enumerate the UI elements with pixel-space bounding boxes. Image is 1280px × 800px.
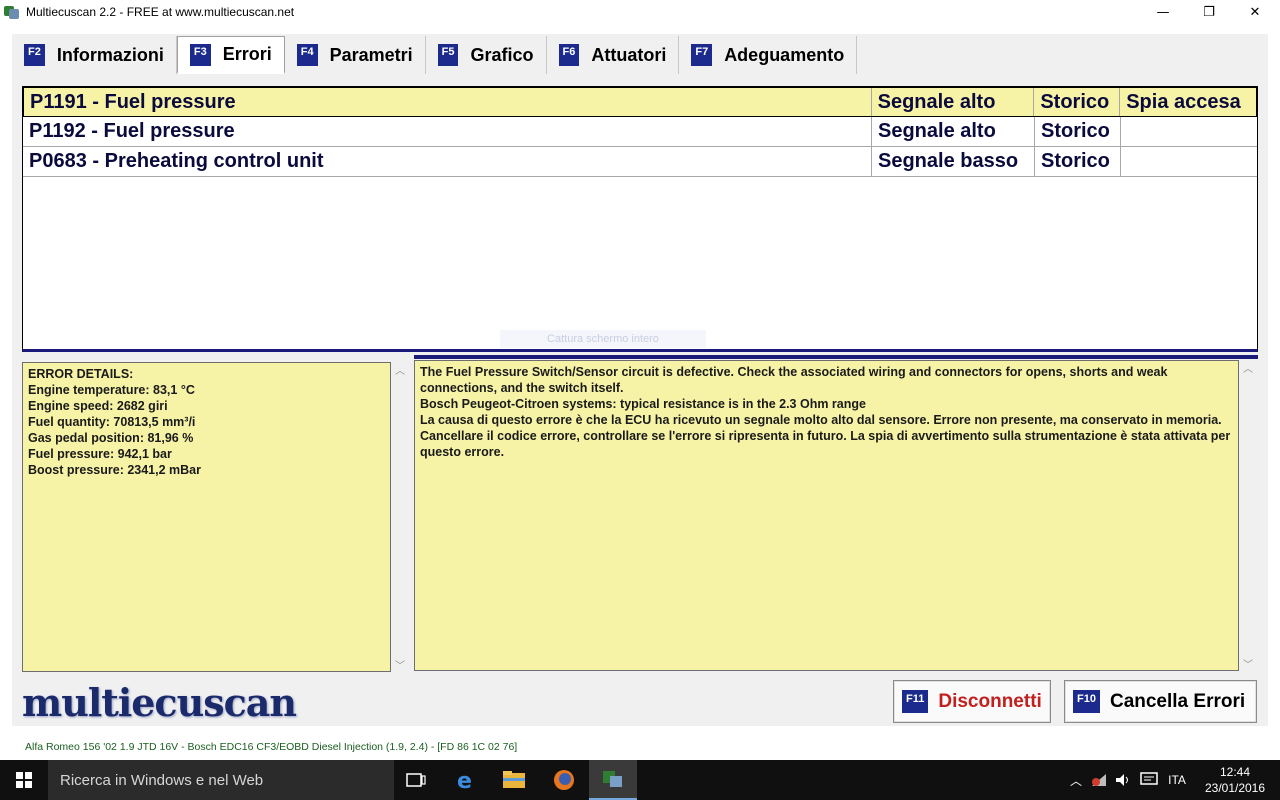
taskbar: Ricerca in Windows e nel Web e ︿ ITA 12:… — [0, 760, 1280, 800]
fkey-badge: F6 — [558, 44, 580, 66]
disconnect-button[interactable]: F11 Disconnetti — [893, 680, 1051, 723]
tab-label: Grafico — [470, 44, 534, 65]
details-heading: ERROR DETAILS: — [28, 367, 134, 381]
error-status: Storico — [1035, 117, 1121, 146]
firefox-icon[interactable] — [540, 760, 588, 800]
clock-date: 23/01/2016 — [1204, 781, 1266, 795]
fkey-badge: F4 — [296, 44, 318, 66]
scroll-up-icon[interactable]: ︿ — [392, 362, 408, 377]
scroll-down-icon[interactable]: ﹀ — [1240, 656, 1256, 671]
tab-parametri[interactable]: F4 Parametri — [284, 36, 426, 74]
tab-label: Informazioni — [56, 44, 164, 65]
error-code: P1192 - Fuel pressure — [23, 117, 872, 146]
detail-line: Gas pedal position: 81,96 % — [28, 431, 194, 445]
fkey-badge: F5 — [437, 44, 459, 66]
error-status: Storico — [1034, 88, 1121, 116]
file-explorer-icon[interactable] — [490, 760, 538, 800]
volume-icon[interactable] — [1112, 760, 1134, 800]
fkey-badge: F2 — [24, 44, 45, 66]
error-code: P0683 - Preheating control unit — [23, 147, 872, 176]
scroll-down-icon[interactable]: ﹀ — [392, 657, 408, 672]
details-scrollbar[interactable]: ︿ ﹀ — [392, 362, 408, 672]
error-lamp — [1121, 147, 1257, 176]
tab-adeguamento[interactable]: F7 Adeguamento — [679, 36, 858, 74]
language-indicator[interactable]: ITA — [1162, 760, 1192, 800]
close-button[interactable]: ✕ — [1232, 0, 1278, 24]
pane-divider — [414, 355, 1258, 359]
fkey-badge: F11 — [902, 690, 929, 713]
description-paragraph: La causa di questo errore è che la ECU h… — [420, 413, 1231, 459]
tab-grafico[interactable]: F5 Grafico — [425, 36, 547, 74]
search-placeholder: Ricerca in Windows e nel Web — [60, 771, 264, 789]
multiecuscan-icon[interactable] — [589, 760, 637, 800]
clear-errors-label: Cancella Errori — [1109, 690, 1246, 712]
error-signal: Segnale basso — [872, 147, 1035, 176]
error-lamp: Spia accesa — [1126, 90, 1241, 113]
disconnect-label: Disconnetti — [938, 690, 1042, 712]
fkey-badge: F7 — [691, 44, 713, 66]
error-row[interactable]: P0683 - Preheating control unit Segnale … — [23, 147, 1257, 177]
tab-informazioni[interactable]: F2 Informazioni — [12, 36, 177, 74]
tab-label: Adeguamento — [724, 44, 845, 65]
vehicle-status-text: Alfa Romeo 156 '02 1.9 JTD 16V - Bosch E… — [25, 741, 518, 753]
maximize-button[interactable]: ❐ — [1186, 0, 1232, 24]
detail-line: Boost pressure: 2341,2 mBar — [28, 463, 201, 477]
tab-strip: F2 Informazioni F3 Errori F4 Parametri F… — [12, 36, 858, 74]
error-lamp — [1121, 117, 1257, 146]
tab-label: Errori — [222, 44, 272, 64]
error-details-pane: ERROR DETAILS: Engine temperature: 83,1 … — [22, 362, 391, 672]
chevron-up-icon[interactable]: ︿ — [1066, 760, 1086, 800]
description-paragraph: Bosch Peugeot-Citroen systems: typical r… — [420, 397, 866, 411]
app-icon — [4, 4, 20, 20]
system-clock[interactable]: 12:44 23/01/2016 — [1200, 764, 1270, 796]
task-view-icon[interactable] — [392, 760, 440, 800]
error-row[interactable]: P1191 - Fuel pressure Segnale alto Stori… — [23, 87, 1257, 117]
description-paragraph: The Fuel Pressure Switch/Sensor circuit … — [420, 365, 1168, 395]
status-bar: Alfa Romeo 156 '02 1.9 JTD 16V - Bosch E… — [12, 736, 1280, 758]
clock-time: 12:44 — [1219, 765, 1251, 779]
notifications-icon[interactable] — [1138, 760, 1160, 800]
scroll-up-icon[interactable]: ︿ — [1240, 360, 1256, 375]
clear-errors-button[interactable]: F10 Cancella Errori — [1064, 680, 1257, 723]
multiecuscan-logo: multiecuscan — [22, 680, 297, 725]
windows-logo-icon — [16, 772, 32, 788]
fkey-badge: F10 — [1073, 690, 1100, 713]
svg-text:e: e — [457, 769, 472, 791]
tab-attuatori[interactable]: F6 Attuatori — [546, 36, 680, 74]
error-code: P1191 - Fuel pressure — [24, 88, 872, 116]
description-scrollbar[interactable]: ︿ ﹀ — [1240, 360, 1256, 671]
title-bar: Multiecuscan 2.2 - FREE at www.multiecus… — [0, 0, 1280, 24]
start-button[interactable] — [0, 760, 48, 800]
tab-label: Attuatori — [591, 44, 667, 65]
window-title: Multiecuscan 2.2 - FREE at www.multiecus… — [26, 5, 295, 19]
edge-icon[interactable]: e — [442, 760, 490, 800]
network-icon[interactable] — [1088, 760, 1110, 800]
error-row[interactable]: P1192 - Fuel pressure Segnale alto Stori… — [23, 117, 1257, 147]
tab-errori[interactable]: F3 Errori — [176, 36, 285, 74]
error-description-pane: The Fuel Pressure Switch/Sensor circuit … — [414, 360, 1239, 671]
error-list: P1191 - Fuel pressure Segnale alto Stori… — [22, 86, 1258, 352]
error-status: Storico — [1035, 147, 1121, 176]
detail-line: Fuel pressure: 942,1 bar — [28, 447, 172, 461]
error-signal: Segnale alto — [872, 88, 1035, 116]
capture-hint-tooltip: Cattura schermo intero — [500, 330, 706, 348]
fkey-badge: F3 — [189, 43, 211, 66]
detail-line: Fuel quantity: 70813,5 mm³/i — [28, 415, 196, 429]
tab-label: Parametri — [329, 44, 413, 65]
minimize-button[interactable]: — — [1140, 0, 1186, 24]
taskbar-search[interactable]: Ricerca in Windows e nel Web — [48, 760, 394, 800]
error-signal: Segnale alto — [872, 117, 1035, 146]
detail-line: Engine speed: 2682 giri — [28, 399, 168, 413]
detail-line: Engine temperature: 83,1 °C — [28, 383, 195, 397]
